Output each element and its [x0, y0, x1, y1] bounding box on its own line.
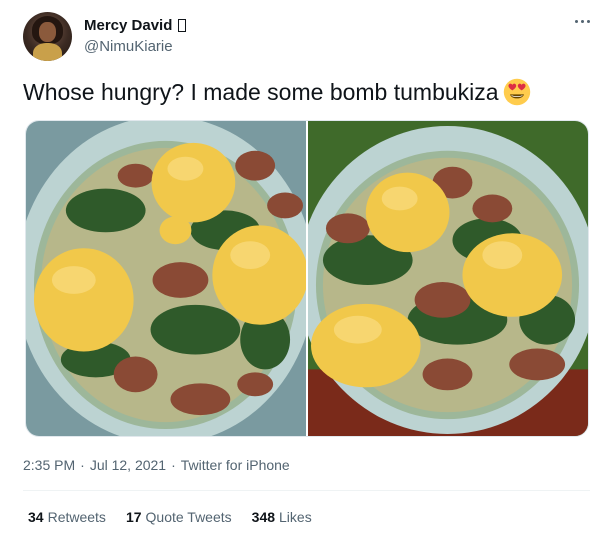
- retweets-label: Retweets: [47, 509, 106, 525]
- meta-separator: ·: [80, 457, 85, 473]
- tweet-time[interactable]: 2:35 PM: [23, 457, 75, 473]
- divider: [23, 490, 590, 491]
- heart-eyes-emoji-icon: [503, 78, 530, 106]
- retweets-count: 34: [28, 509, 44, 525]
- tweet-text: Whose hungry? I made some bomb tumbukiza: [23, 78, 531, 106]
- tumbukiza-photo-left[interactable]: [26, 121, 306, 436]
- tumbukiza-photo-right[interactable]: [308, 121, 588, 436]
- quote-tweets-stat[interactable]: 17 Quote Tweets: [126, 509, 232, 525]
- quote-tweets-label: Quote Tweets: [145, 509, 232, 525]
- tweet-meta: 2:35 PM · Jul 12, 2021 · Twitter for iPh…: [23, 457, 290, 473]
- author-handle[interactable]: @NimuKiarie: [84, 38, 173, 55]
- avatar[interactable]: [23, 12, 72, 61]
- display-name[interactable]: Mercy David: [84, 17, 172, 34]
- missing-glyph-icon: [178, 19, 187, 32]
- tweet-card: Mercy David @NimuKiarie Whose hungry? I …: [0, 0, 613, 540]
- tweet-source[interactable]: Twitter for iPhone: [181, 457, 290, 473]
- tweet-media[interactable]: [25, 120, 589, 437]
- likes-count: 348: [251, 509, 276, 525]
- likes-stat[interactable]: 348 Likes: [252, 509, 312, 525]
- meta-separator: ·: [171, 457, 176, 473]
- more-options-icon[interactable]: [575, 20, 590, 23]
- tweet-body: Whose hungry? I made some bomb tumbukiza: [23, 78, 499, 105]
- tweet-date[interactable]: Jul 12, 2021: [90, 457, 166, 473]
- quote-tweets-count: 17: [125, 509, 142, 525]
- retweets-stat[interactable]: 34 Retweets: [28, 509, 106, 525]
- likes-label: Likes: [279, 509, 312, 525]
- engagement-stats: 34 Retweets 17 Quote Tweets 348 Likes: [28, 509, 312, 525]
- author-name-row[interactable]: Mercy David: [84, 17, 187, 34]
